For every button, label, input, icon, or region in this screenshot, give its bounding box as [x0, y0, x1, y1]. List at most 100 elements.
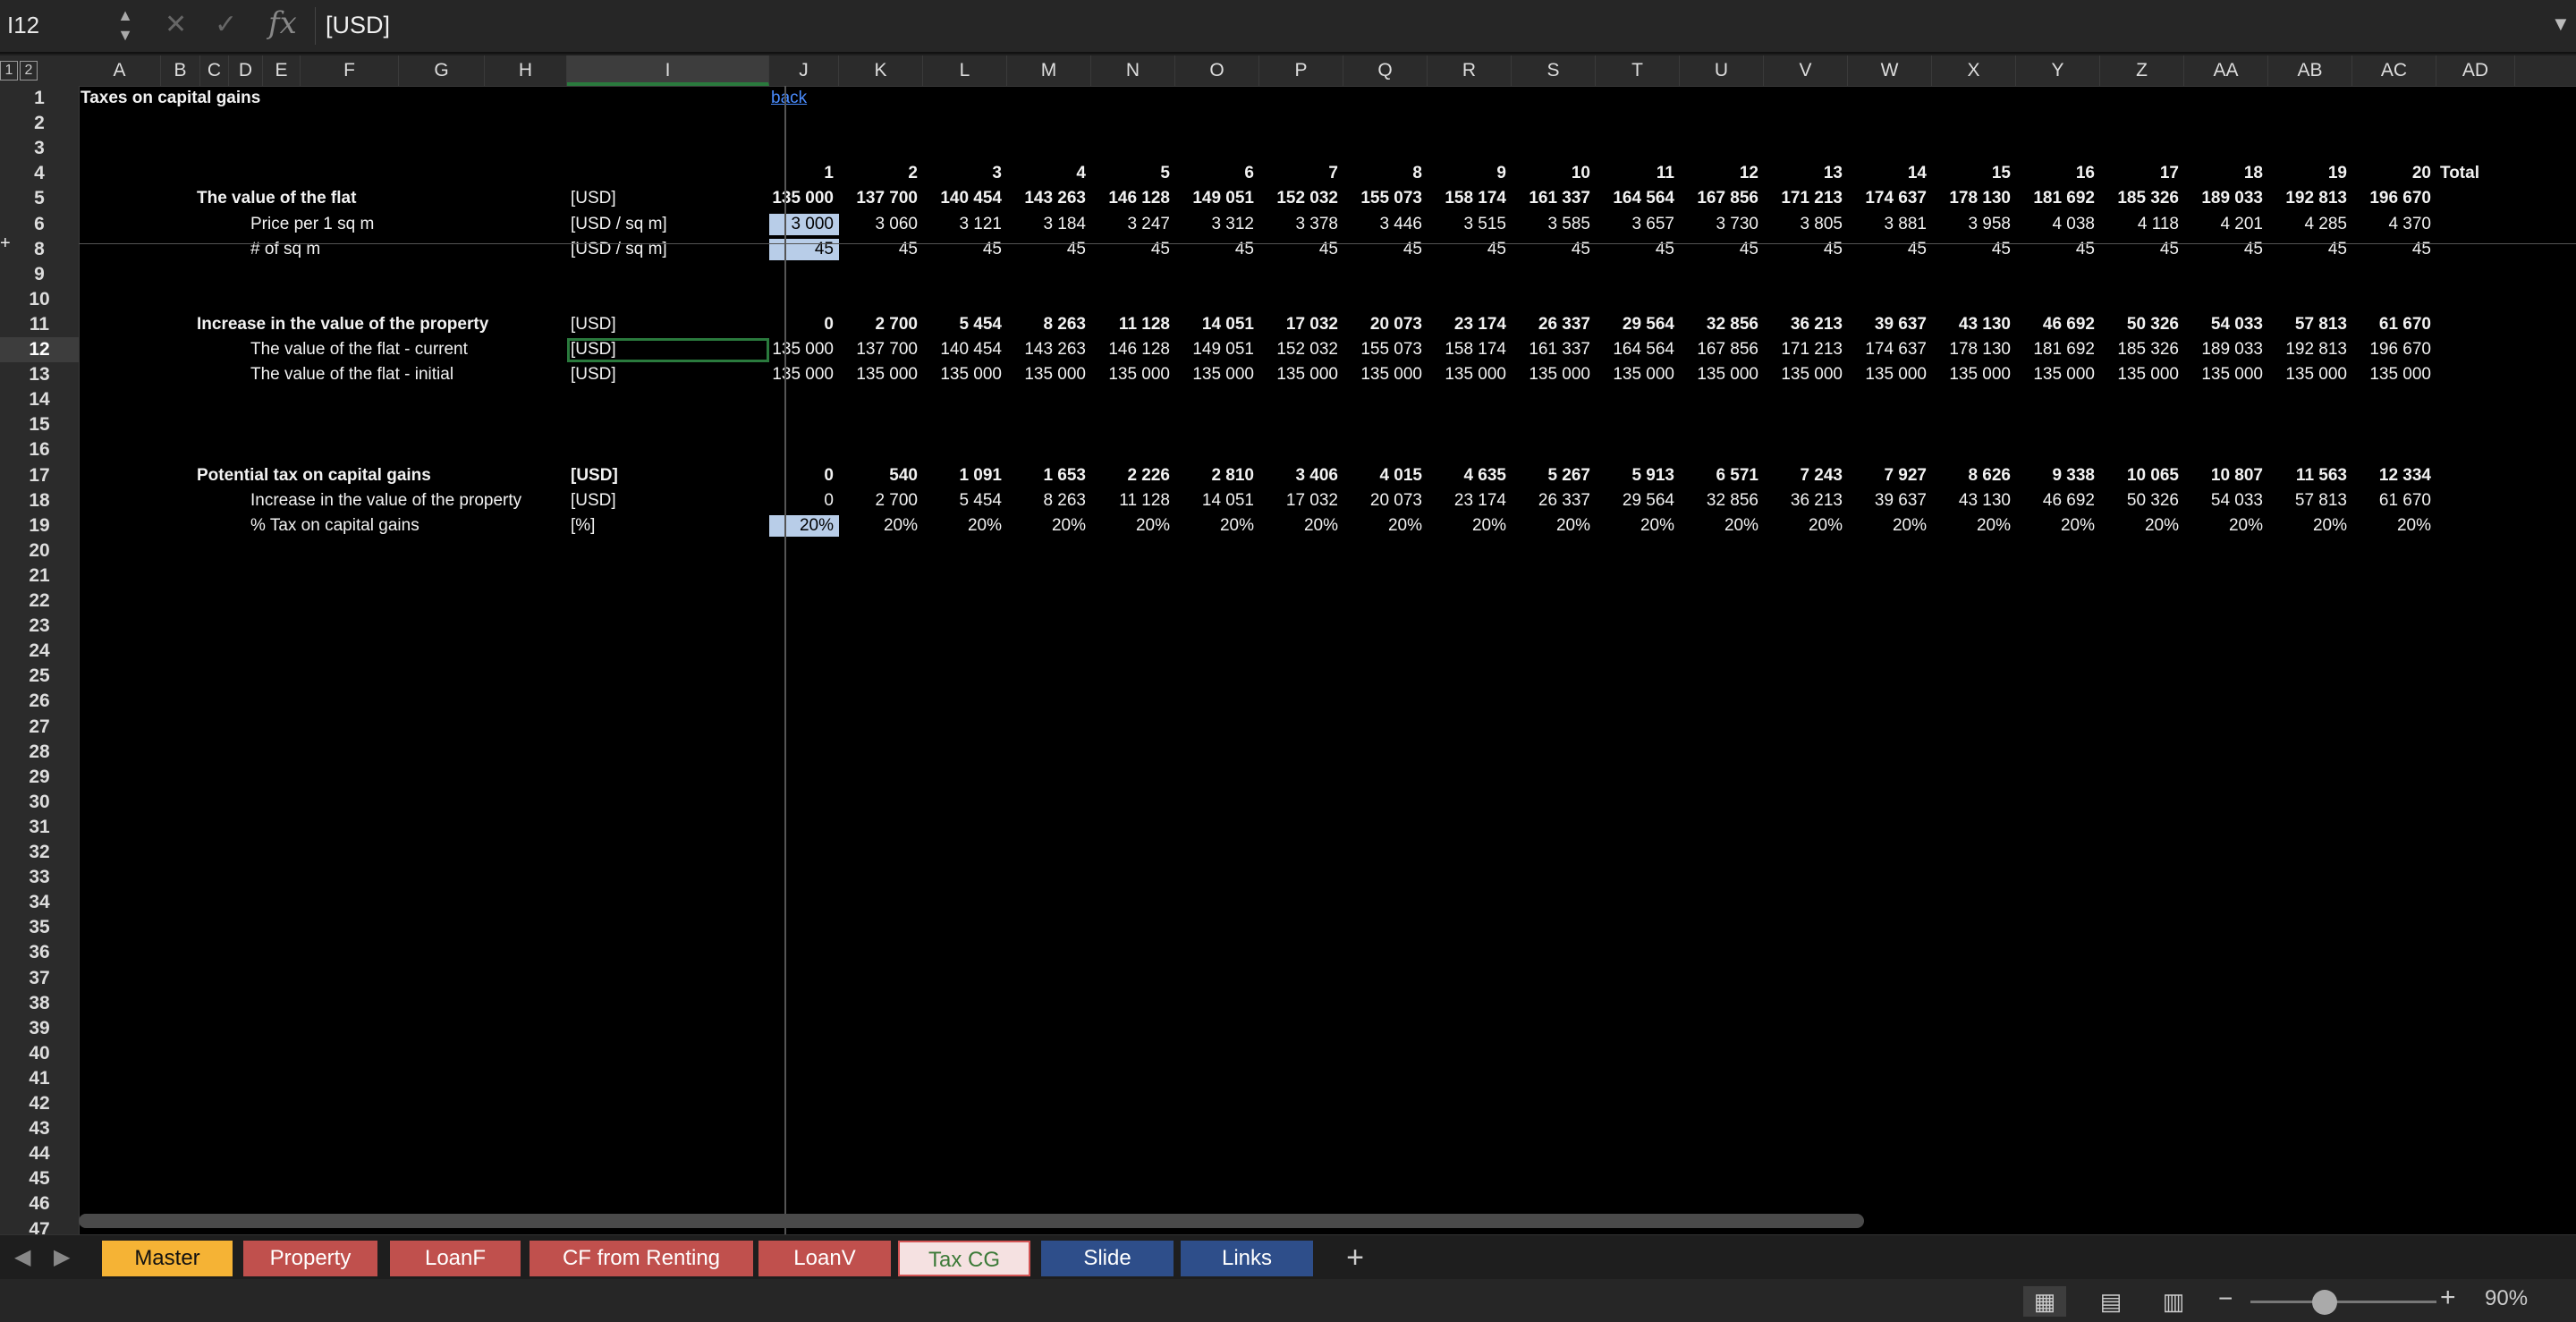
value-cell[interactable]: 5 267: [1512, 465, 1596, 487]
value-cell[interactable]: 140 454: [923, 188, 1007, 209]
tab-slide[interactable]: Slide: [1041, 1241, 1174, 1276]
column-header-ab[interactable]: AB: [2268, 55, 2352, 86]
value-cell[interactable]: 29 564: [1596, 490, 1680, 512]
value-cell[interactable]: 1 091: [923, 465, 1007, 487]
column-header-l[interactable]: L: [923, 55, 1007, 86]
zoom-in-icon[interactable]: +: [2440, 1283, 2456, 1313]
name-box-stepper[interactable]: ▲ ▼: [114, 5, 136, 47]
value-cell[interactable]: 10 065: [2100, 465, 2184, 487]
value-cell[interactable]: 20%: [1259, 515, 1343, 537]
row-header-12[interactable]: 12: [0, 337, 79, 363]
value-cell[interactable]: 196 670: [2352, 188, 2436, 209]
value-cell[interactable]: 171 213: [1764, 339, 1848, 360]
value-cell[interactable]: 3 515: [1428, 214, 1512, 235]
column-header-q[interactable]: Q: [1343, 55, 1428, 86]
add-sheet-icon[interactable]: +: [1335, 1239, 1376, 1276]
row-header-5[interactable]: 5: [0, 186, 79, 211]
value-cell[interactable]: 140 454: [923, 339, 1007, 360]
row-header-19[interactable]: 19: [0, 513, 79, 538]
column-header-x[interactable]: X: [1932, 55, 2016, 86]
value-cell[interactable]: 135 000: [2016, 364, 2100, 386]
value-cell[interactable]: 20%: [1007, 515, 1091, 537]
value-cell[interactable]: 5 454: [923, 490, 1007, 512]
row-header-4[interactable]: 4: [0, 161, 79, 186]
formula-input[interactable]: [USD]: [326, 9, 390, 41]
value-cell[interactable]: 135 000: [1680, 364, 1764, 386]
value-cell[interactable]: 137 700: [839, 188, 923, 209]
value-cell[interactable]: 4 370: [2352, 214, 2436, 235]
expand-chevron-icon[interactable]: ▼: [2551, 13, 2571, 36]
value-cell[interactable]: 26 337: [1512, 314, 1596, 335]
value-cell[interactable]: 45: [1091, 239, 1175, 260]
column-header-u[interactable]: U: [1680, 55, 1764, 86]
value-cell[interactable]: 164 564: [1596, 339, 1680, 360]
value-cell[interactable]: 57 813: [2268, 314, 2352, 335]
column-header-c[interactable]: C: [200, 55, 229, 86]
value-cell[interactable]: 5 913: [1596, 465, 1680, 487]
value-cell[interactable]: 20%: [1175, 515, 1259, 537]
value-cell[interactable]: 152 032: [1259, 339, 1343, 360]
column-header-ac[interactable]: AC: [2352, 55, 2436, 86]
tab-tax-cg[interactable]: Tax CG: [898, 1241, 1030, 1276]
value-cell[interactable]: 20%: [2352, 515, 2436, 537]
value-cell[interactable]: 45: [1259, 239, 1343, 260]
value-cell[interactable]: 146 128: [1091, 188, 1175, 209]
value-cell[interactable]: 2 810: [1175, 465, 1259, 487]
value-cell[interactable]: 6 571: [1680, 465, 1764, 487]
value-cell[interactable]: 4 201: [2184, 214, 2268, 235]
row-header-38[interactable]: 38: [0, 991, 79, 1016]
value-cell[interactable]: 3 312: [1175, 214, 1259, 235]
checkmark-icon[interactable]: ✓: [215, 9, 237, 40]
value-cell[interactable]: 4 285: [2268, 214, 2352, 235]
row-header-18[interactable]: 18: [0, 488, 79, 513]
value-cell[interactable]: 7 927: [1848, 465, 1932, 487]
prev-sheet-icon[interactable]: ◀: [14, 1244, 30, 1270]
tab-loanf[interactable]: LoanF: [390, 1241, 521, 1276]
value-cell[interactable]: 135 000: [1343, 364, 1428, 386]
value-cell[interactable]: 20%: [1596, 515, 1680, 537]
row-header-29[interactable]: 29: [0, 765, 79, 790]
value-cell[interactable]: 158 174: [1428, 188, 1512, 209]
value-cell[interactable]: 50 326: [2100, 314, 2184, 335]
value-cell[interactable]: 1 653: [1007, 465, 1091, 487]
value-cell[interactable]: 174 637: [1848, 188, 1932, 209]
value-cell[interactable]: 36 213: [1764, 490, 1848, 512]
value-cell[interactable]: 135 000: [1428, 364, 1512, 386]
value-cell[interactable]: 3 446: [1343, 214, 1428, 235]
value-cell[interactable]: 185 326: [2100, 339, 2184, 360]
column-header-g[interactable]: G: [399, 55, 485, 86]
column-header-s[interactable]: S: [1512, 55, 1596, 86]
column-header-a[interactable]: A: [79, 55, 161, 86]
value-cell[interactable]: 45: [1343, 239, 1428, 260]
value-cell[interactable]: 4 635: [1428, 465, 1512, 487]
row-header-6[interactable]: 6: [0, 212, 79, 237]
value-cell[interactable]: 20%: [1512, 515, 1596, 537]
column-header-t[interactable]: T: [1596, 55, 1680, 86]
value-cell[interactable]: 43 130: [1932, 490, 2016, 512]
value-cell[interactable]: 20%: [1428, 515, 1512, 537]
row-header-43[interactable]: 43: [0, 1116, 79, 1141]
value-cell[interactable]: 135 000: [2352, 364, 2436, 386]
value-cell[interactable]: 161 337: [1512, 339, 1596, 360]
column-header-w[interactable]: W: [1848, 55, 1932, 86]
value-cell[interactable]: 20%: [1764, 515, 1848, 537]
value-cell[interactable]: 46 692: [2016, 314, 2100, 335]
value-cell[interactable]: 45: [2352, 239, 2436, 260]
row-header-15[interactable]: 15: [0, 412, 79, 437]
value-cell[interactable]: 23 174: [1428, 490, 1512, 512]
column-header-r[interactable]: R: [1428, 55, 1512, 86]
row-header-8[interactable]: 8: [0, 237, 79, 262]
value-cell[interactable]: 3 000: [769, 213, 839, 235]
row-header-24[interactable]: 24: [0, 639, 79, 664]
value-cell[interactable]: 4 038: [2016, 214, 2100, 235]
close-icon[interactable]: ✕: [165, 9, 187, 40]
value-cell[interactable]: 11 128: [1091, 490, 1175, 512]
row-header-21[interactable]: 21: [0, 564, 79, 589]
value-cell[interactable]: 45: [1680, 239, 1764, 260]
value-cell[interactable]: 161 337: [1512, 188, 1596, 209]
value-cell[interactable]: 20%: [839, 515, 923, 537]
value-cell[interactable]: 32 856: [1680, 314, 1764, 335]
value-cell[interactable]: 137 700: [839, 339, 923, 360]
row-header-9[interactable]: 9: [0, 262, 79, 287]
value-cell[interactable]: 20%: [923, 515, 1007, 537]
